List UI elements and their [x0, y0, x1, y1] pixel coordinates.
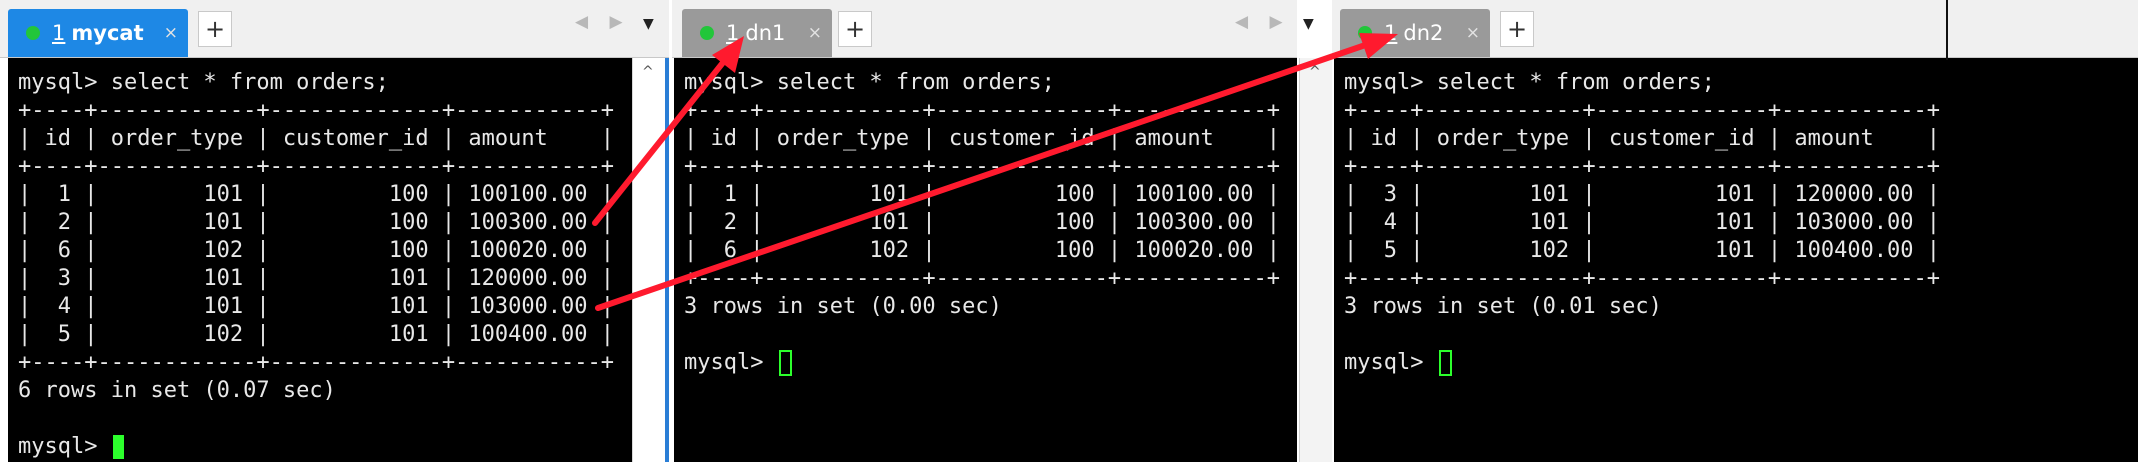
tab-number: 1 [726, 21, 740, 45]
terminal-line: | id | order_type | customer_id | amount… [684, 126, 1281, 151]
prompt-text: mysql> [18, 434, 111, 459]
terminal-app-window: 1 mycat × + ◀ ▶ ▼ mysql> select * from o… [0, 0, 2138, 462]
pane-dn2: 1 dn2 × + mysql> select * from orders; +-… [1332, 0, 2138, 462]
connected-status-icon [26, 26, 40, 40]
tab-bar: 1 mycat × + ◀ ▶ ▼ [0, 0, 669, 58]
terminal-line: | 4 | 101 | 101 | 103000.00 | [18, 294, 615, 319]
vertical-scrollbar[interactable]: ^ [1299, 58, 1332, 462]
text-cursor [112, 435, 124, 459]
tab-number: 1 [1384, 21, 1398, 45]
close-tab-icon[interactable]: × [808, 23, 822, 43]
terminal-line: | id | order_type | customer_id | amount… [18, 126, 615, 151]
terminal-line: | 3 | 101 | 101 | 120000.00 | [18, 266, 615, 291]
terminal-line: mysql> select * from orders; [1344, 70, 1715, 95]
terminal-output[interactable]: mysql> select * from orders; +----+------… [1334, 58, 2138, 462]
terminal-line: 3 rows in set (0.00 sec) [684, 294, 1002, 319]
terminal-line: | 2 | 101 | 100 | 100300.00 | [18, 210, 615, 235]
tab-dn2[interactable]: 1 dn2 × [1340, 9, 1490, 57]
scroll-up-icon[interactable]: ^ [642, 64, 654, 80]
terminal-line: mysql> select * from orders; [18, 70, 389, 95]
terminal-line: +----+------------+-------------+-------… [684, 98, 1281, 123]
terminal-line: | 5 | 102 | 101 | 100400.00 | [18, 322, 615, 347]
terminal-line: +----+------------+-------------+-------… [1344, 98, 1941, 123]
new-tab-button[interactable]: + [198, 11, 232, 47]
terminal-output[interactable]: mysql> select * from orders; +----+------… [8, 58, 632, 462]
terminal-line: | 1 | 101 | 100 | 100100.00 | [684, 182, 1281, 207]
terminal-prompt-line[interactable]: mysql> [684, 349, 1297, 377]
close-tab-icon[interactable]: × [164, 23, 178, 43]
tab-list-dropdown-icon[interactable]: ▼ [643, 16, 654, 32]
terminal-line: +----+------------+-------------+-------… [684, 154, 1281, 179]
terminal-prompt-line[interactable]: mysql> [1344, 349, 2138, 377]
text-cursor [778, 350, 792, 376]
tab-label: mycat [71, 21, 144, 45]
tab-label: dn1 [745, 21, 786, 45]
pane-dn1: 1 dn1 × + ◀ ▶ ▼ mysql> select * from ord… [672, 0, 1314, 462]
terminal-output[interactable]: mysql> select * from orders; +----+------… [674, 58, 1297, 462]
pane-mycat: 1 mycat × + ◀ ▶ ▼ mysql> select * from o… [0, 0, 669, 462]
terminal-line: | 5 | 102 | 101 | 100400.00 | [1344, 238, 1941, 263]
prompt-text: mysql> [1344, 350, 1437, 375]
terminal-line: +----+------------+-------------+-------… [1344, 154, 1941, 179]
terminal-line: 3 rows in set (0.01 sec) [1344, 294, 1662, 319]
terminal-line: | 2 | 101 | 100 | 100300.00 | [684, 210, 1281, 235]
tab-dn1[interactable]: 1 dn1 × [682, 9, 832, 57]
tab-number: 1 [52, 21, 66, 45]
terminal-line: +----+------------+-------------+-------… [18, 98, 615, 123]
vertical-scrollbar[interactable]: ^ [632, 58, 665, 462]
terminal-line: | 1 | 101 | 100 | 100100.00 | [18, 182, 615, 207]
terminal-line: | 4 | 101 | 101 | 103000.00 | [1344, 210, 1941, 235]
new-tab-button[interactable]: + [1500, 11, 1534, 47]
terminal-line: | id | order_type | customer_id | amount… [1344, 126, 1941, 151]
scroll-up-icon[interactable]: ^ [1309, 64, 1321, 80]
terminal-line: +----+------------+-------------+-------… [1344, 266, 1941, 291]
connected-status-icon [700, 26, 714, 40]
tab-bar: 1 dn2 × + [1332, 0, 2138, 58]
window-edge-line [1946, 0, 1948, 60]
terminal-line: | 3 | 101 | 101 | 120000.00 | [1344, 182, 1941, 207]
terminal-prompt-line[interactable]: mysql> [18, 433, 632, 461]
new-tab-button[interactable]: + [838, 11, 872, 47]
tab-bar: 1 dn1 × + ◀ ▶ ▼ [672, 0, 1314, 58]
tab-list-dropdown-icon[interactable]: ▼ [1303, 16, 1314, 32]
terminal-line: +----+------------+-------------+-------… [684, 266, 1281, 291]
terminal-line: | 6 | 102 | 100 | 100020.00 | [18, 238, 615, 263]
close-tab-icon[interactable]: × [1466, 23, 1480, 43]
tab-scroll-arrows-icon[interactable]: ◀ ▶ [1235, 12, 1291, 32]
tab-scroll-arrows-icon[interactable]: ◀ ▶ [575, 12, 631, 32]
terminal-line: +----+------------+-------------+-------… [18, 154, 615, 179]
prompt-text: mysql> [684, 350, 777, 375]
terminal-line: mysql> select * from orders; [684, 70, 1055, 95]
tab-label: dn2 [1403, 21, 1444, 45]
tab-mycat[interactable]: 1 mycat × [8, 9, 188, 57]
text-cursor [1438, 350, 1452, 376]
active-pane-border [665, 58, 669, 462]
terminal-line: +----+------------+-------------+-------… [18, 350, 615, 375]
connected-status-icon [1358, 26, 1372, 40]
terminal-line: | 6 | 102 | 100 | 100020.00 | [684, 238, 1281, 263]
terminal-line: 6 rows in set (0.07 sec) [18, 378, 336, 403]
